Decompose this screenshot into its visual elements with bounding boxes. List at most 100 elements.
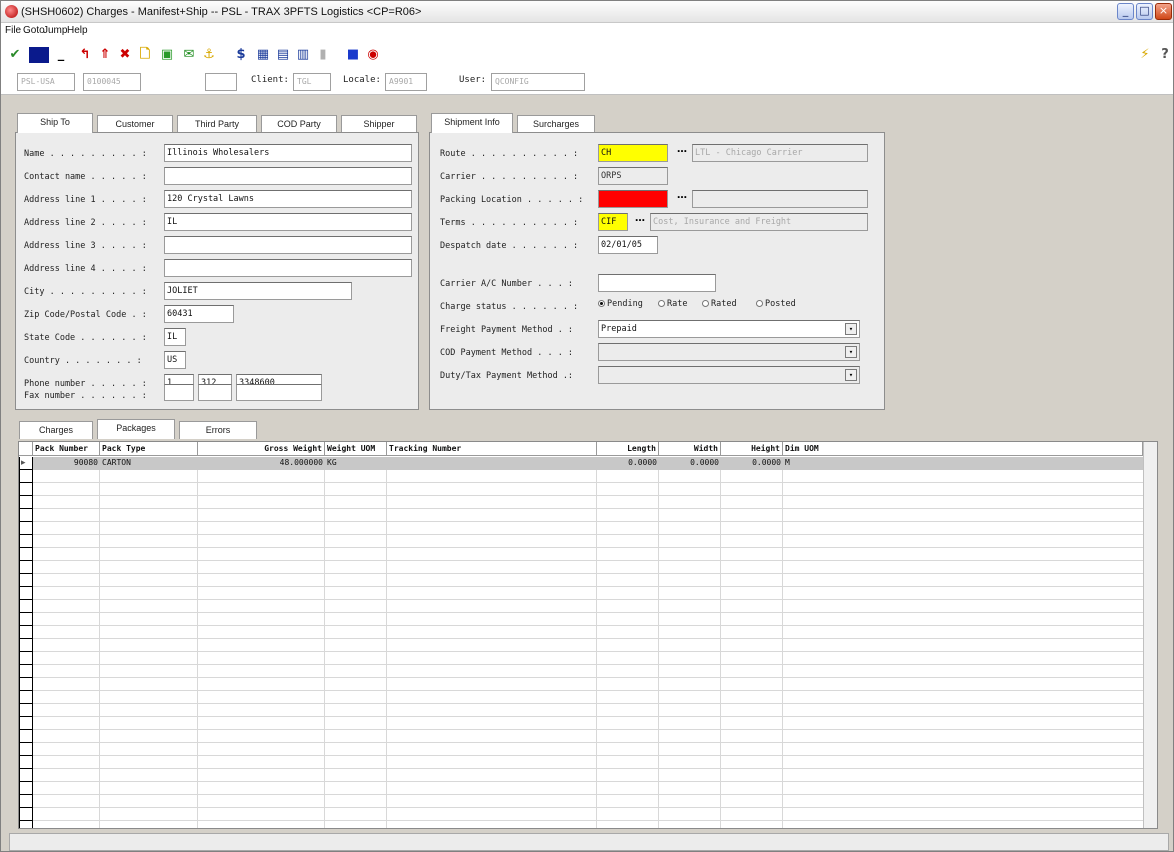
fax-area-field[interactable] xyxy=(198,384,232,401)
name-field[interactable]: Illinois Wholesalers xyxy=(164,144,412,162)
ship-icon[interactable]: ⚓ xyxy=(201,47,217,63)
row-selector[interactable] xyxy=(19,691,33,704)
drawer-icon[interactable]: ▣ xyxy=(159,47,175,63)
tab-errors[interactable]: Errors xyxy=(179,421,257,439)
zoom-icon[interactable]: ◉ xyxy=(365,47,381,63)
row-selector[interactable] xyxy=(19,717,33,730)
column-header-tracking-number[interactable]: Tracking Number xyxy=(387,442,597,456)
despatch-date-field[interactable]: 02/01/05 xyxy=(598,236,658,254)
tab-cod-party[interactable]: COD Party xyxy=(261,115,337,133)
row-selector[interactable] xyxy=(19,600,33,613)
lightning-icon[interactable]: ⚡ xyxy=(1137,47,1153,63)
address-line-4-field[interactable] xyxy=(164,259,412,277)
tab-shipper[interactable]: Shipper xyxy=(341,115,417,133)
country-field[interactable]: US xyxy=(164,351,186,369)
packing-location-lookup-icon[interactable]: … xyxy=(676,191,688,205)
charge-status-radio-rate[interactable]: Rate xyxy=(658,299,687,309)
tab-charges[interactable]: Charges xyxy=(19,421,93,439)
row-selector[interactable] xyxy=(19,548,33,561)
minimize-window-button[interactable]: _ xyxy=(1117,3,1134,20)
row-selector[interactable] xyxy=(19,821,33,828)
menu-help[interactable]: Help xyxy=(67,25,88,36)
row-selector[interactable] xyxy=(19,756,33,769)
row-selector[interactable] xyxy=(19,522,33,535)
mail-icon[interactable]: ✉ xyxy=(181,47,197,63)
fax-number-field[interactable] xyxy=(236,384,322,401)
row-selector[interactable] xyxy=(19,678,33,691)
column-header-weight-uom[interactable]: Weight UOM xyxy=(325,442,387,456)
tab-ship-to[interactable]: Ship To xyxy=(17,113,93,133)
grid-scrollbar[interactable] xyxy=(1143,442,1157,828)
contact-name-field[interactable] xyxy=(164,167,412,185)
tab-packages[interactable]: Packages xyxy=(97,419,175,439)
column-header-pack-number[interactable]: Pack Number xyxy=(33,442,100,456)
row-selector[interactable] xyxy=(19,808,33,821)
route-lookup-icon[interactable]: … xyxy=(676,145,688,159)
row-selector[interactable] xyxy=(19,730,33,743)
row-selector[interactable] xyxy=(19,769,33,782)
row-selector[interactable] xyxy=(19,470,33,483)
terms-field[interactable]: CIF xyxy=(598,213,628,231)
charge-status-radio-rated[interactable]: Rated xyxy=(702,299,737,309)
row-selector[interactable] xyxy=(19,795,33,808)
up-arrow-icon[interactable]: ⇑ xyxy=(97,47,113,63)
row-selector[interactable] xyxy=(19,743,33,756)
row-selector[interactable] xyxy=(19,639,33,652)
info-icon[interactable]: ■ xyxy=(345,47,361,63)
menu-jump[interactable]: Jump xyxy=(43,25,67,36)
tab-shipment-info[interactable]: Shipment Info xyxy=(431,113,513,133)
column-header-pack-type[interactable]: Pack Type xyxy=(100,442,198,456)
check-icon[interactable]: ✔ xyxy=(7,47,23,63)
menu-file[interactable]: File xyxy=(5,25,21,36)
row-selector[interactable] xyxy=(19,652,33,665)
carrier-ac-field[interactable] xyxy=(598,274,716,292)
packing-location-field[interactable] xyxy=(598,190,668,208)
row-selector[interactable] xyxy=(19,587,33,600)
row-selector[interactable] xyxy=(19,561,33,574)
column-header-gross-weight[interactable]: Gross Weight xyxy=(198,442,325,456)
printer-icon[interactable]: ▤ xyxy=(275,47,291,63)
chevron-down-icon[interactable]: ▾ xyxy=(845,323,857,335)
column-header-length[interactable]: Length xyxy=(597,442,659,456)
tab-third-party[interactable]: Third Party xyxy=(177,115,257,133)
calculator-icon[interactable]: ▦ xyxy=(255,47,271,63)
row-selector[interactable] xyxy=(19,613,33,626)
report-icon[interactable]: ▥ xyxy=(295,47,311,63)
address-line-2-field[interactable]: IL xyxy=(164,213,412,231)
table-row[interactable]: 90080 CARTON 48.000000 KG 0.0000 0.0000 … xyxy=(33,457,1143,470)
address-line-1-field[interactable]: 120 Crystal Lawns xyxy=(164,190,412,208)
column-header-width[interactable]: Width xyxy=(659,442,721,456)
row-selector[interactable] xyxy=(19,704,33,717)
route-field[interactable]: CH xyxy=(598,144,668,162)
tab-surcharges[interactable]: Surcharges xyxy=(517,115,595,133)
freight-payment-select[interactable]: Prepaid ▾ xyxy=(598,320,860,338)
row-selector[interactable] xyxy=(19,626,33,639)
new-document-icon[interactable]: 🗋 xyxy=(137,47,153,63)
city-field[interactable]: JOLIET xyxy=(164,282,352,300)
address-line-3-field[interactable] xyxy=(164,236,412,254)
maximize-window-button[interactable]: □ xyxy=(1136,3,1153,20)
tab-customer[interactable]: Customer xyxy=(97,115,173,133)
pricing-icon[interactable]: $ xyxy=(233,47,249,63)
row-selector[interactable] xyxy=(19,509,33,522)
help-icon[interactable]: ? xyxy=(1157,47,1173,63)
menu-goto[interactable]: Goto xyxy=(23,25,45,36)
charge-status-radio-posted[interactable]: Posted xyxy=(756,299,796,309)
row-selector[interactable] xyxy=(19,535,33,548)
row-selector[interactable] xyxy=(19,665,33,678)
row-selector[interactable] xyxy=(19,574,33,587)
save-icon[interactable] xyxy=(29,47,49,63)
fax-country-field[interactable] xyxy=(164,384,194,401)
zip-code-field[interactable]: 60431 xyxy=(164,305,234,323)
undo-icon[interactable]: ↰ xyxy=(77,47,93,63)
charge-status-radio-pending[interactable]: Pending xyxy=(598,299,643,309)
column-header-dim-uom[interactable]: Dim UOM xyxy=(783,442,1143,456)
row-selector[interactable] xyxy=(19,782,33,795)
state-code-field[interactable]: IL xyxy=(164,328,186,346)
row-selector[interactable] xyxy=(19,483,33,496)
terms-lookup-icon[interactable]: … xyxy=(634,214,646,228)
minimize-form-icon[interactable]: _ xyxy=(53,47,69,63)
column-header-height[interactable]: Height xyxy=(721,442,783,456)
row-selector[interactable] xyxy=(19,496,33,509)
delete-icon[interactable]: ✖ xyxy=(117,47,133,63)
